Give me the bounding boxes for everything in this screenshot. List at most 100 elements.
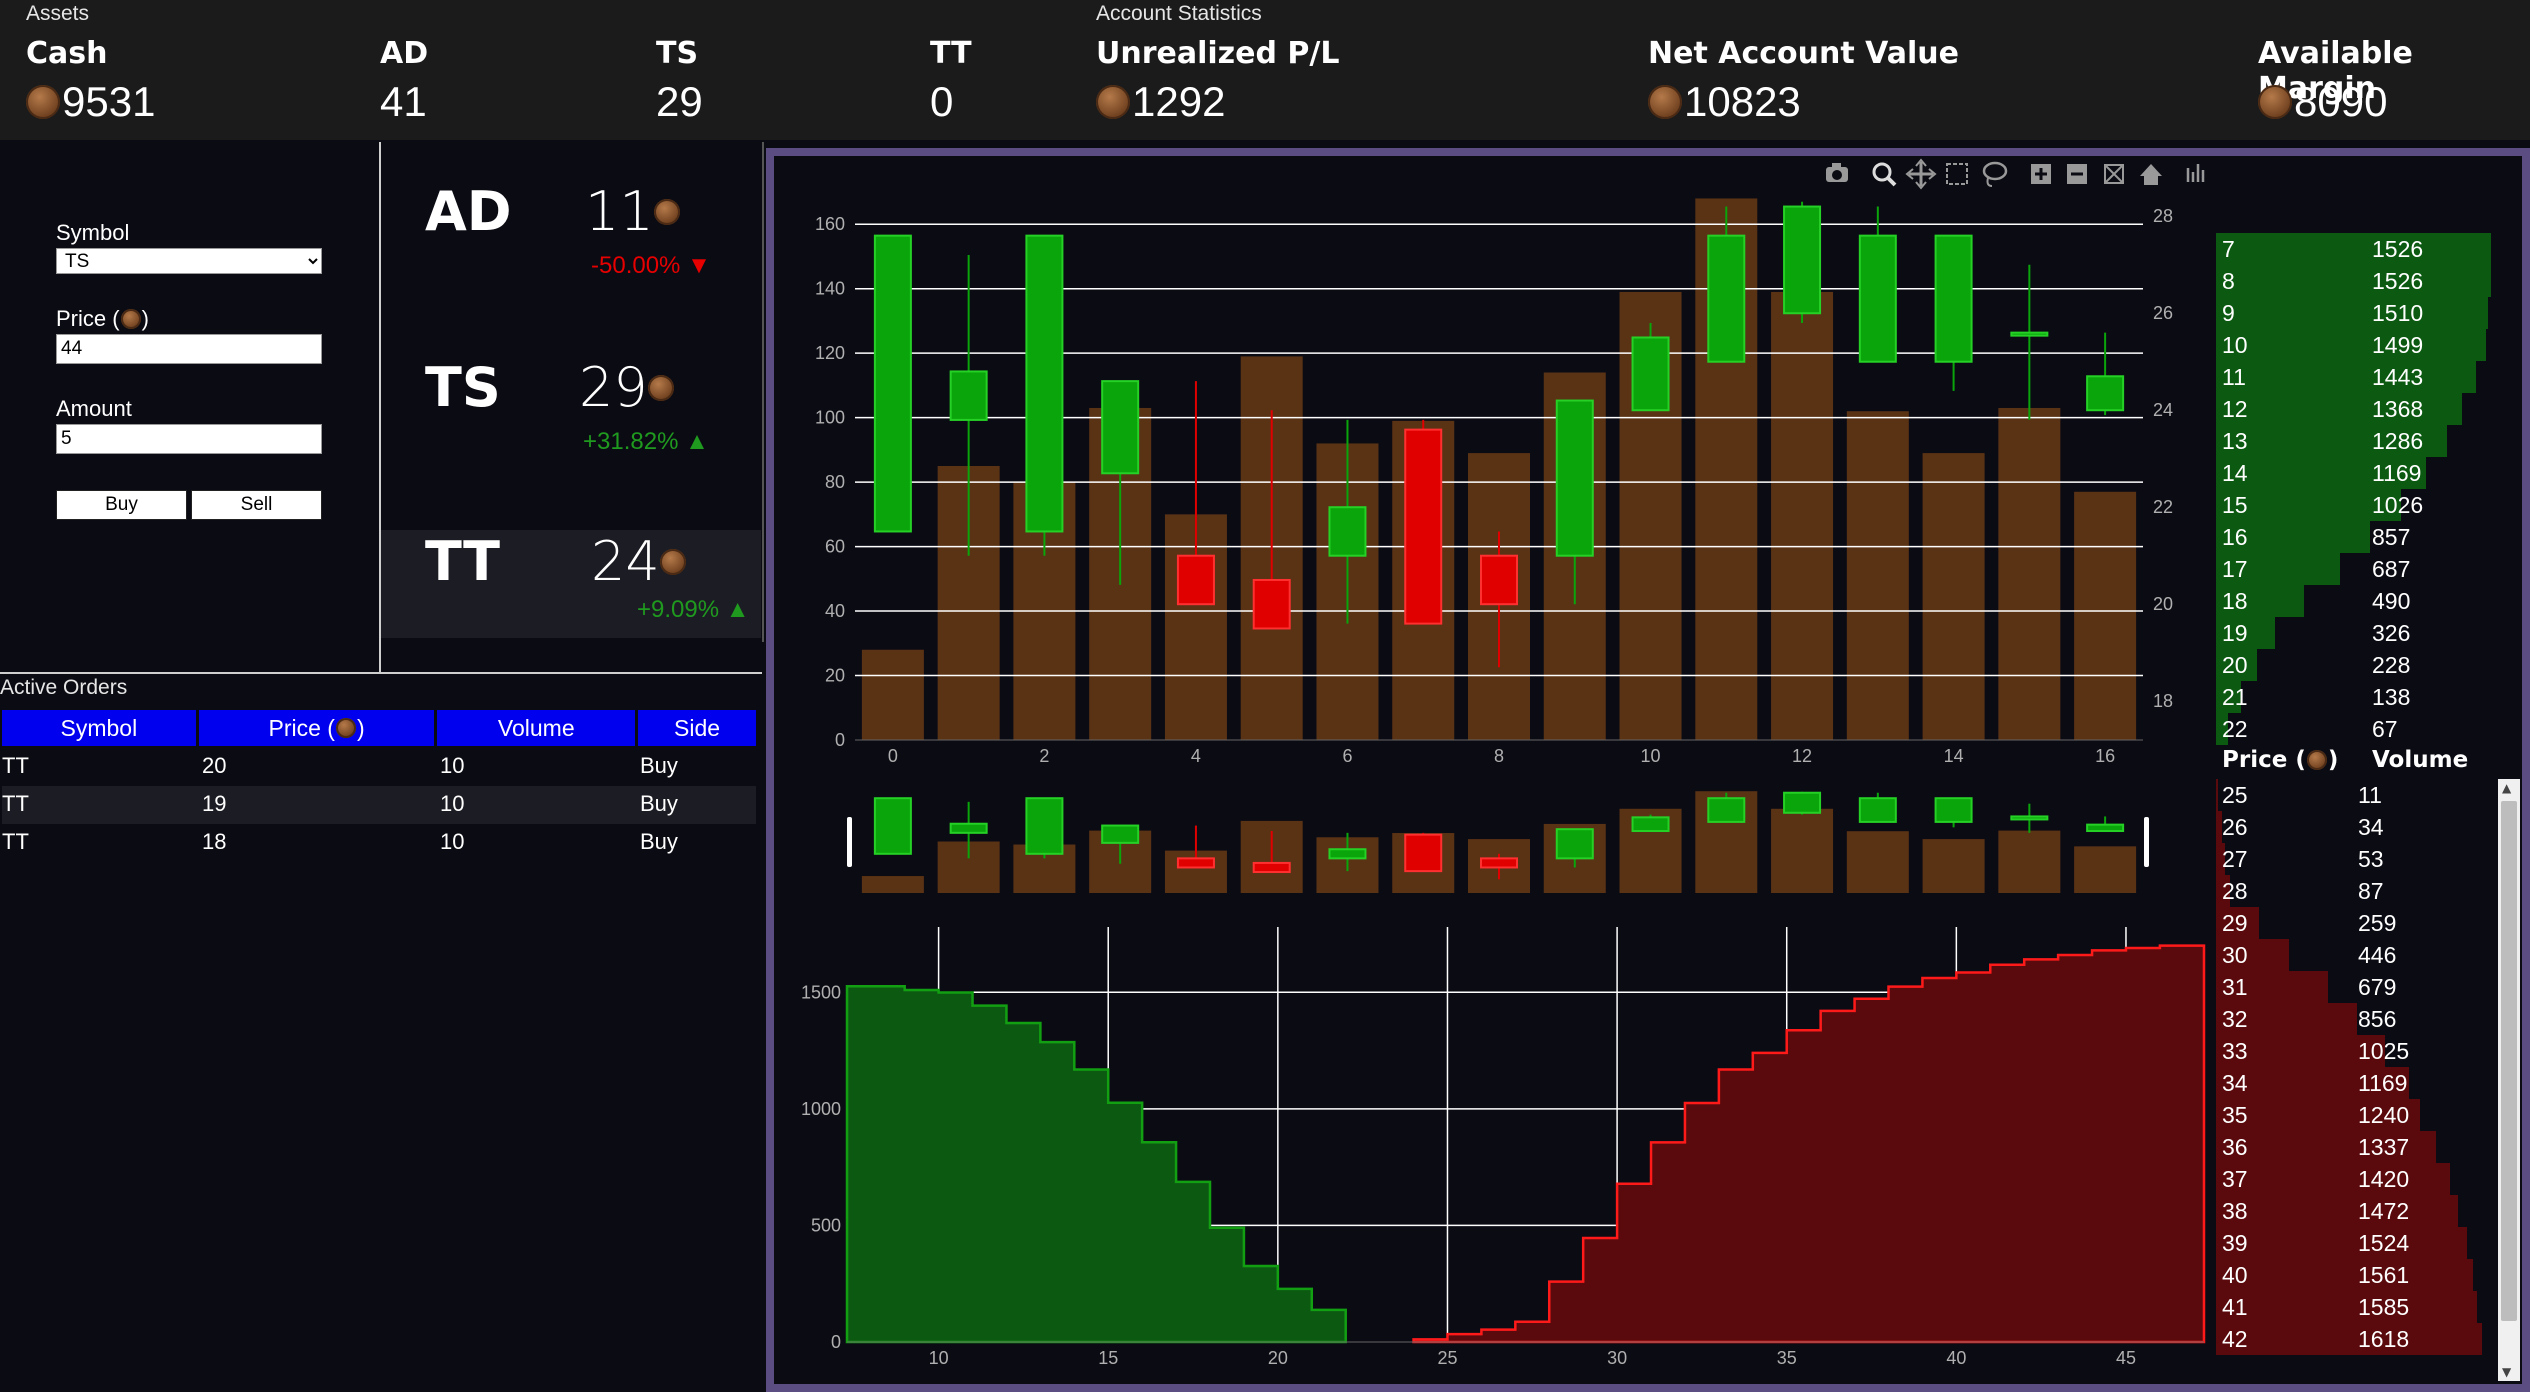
coin-icon xyxy=(2306,750,2327,770)
ask-price: 39 xyxy=(2222,1230,2248,1256)
scroll-down-icon[interactable]: ▼ xyxy=(2502,1365,2511,1379)
order-book-ask-row[interactable]: 28 87 xyxy=(2216,875,2506,907)
order-book-bid-row[interactable]: 12 1368 xyxy=(2216,393,2522,425)
order-book-ask-row[interactable]: 36 1337 xyxy=(2216,1131,2506,1163)
pan-icon[interactable] xyxy=(1905,158,1937,190)
candle-body xyxy=(1783,205,1822,315)
x-tick-label: 12 xyxy=(1792,746,1812,766)
bid-depth-bar xyxy=(2216,393,2462,425)
order-book-ask-row[interactable]: 27 53 xyxy=(2216,843,2506,875)
y-tick-label: 500 xyxy=(811,1215,841,1235)
candle-body xyxy=(1176,554,1215,606)
order-book-ask-row[interactable]: 29 259 xyxy=(2216,907,2506,939)
order-book-bid-row[interactable]: 17 687 xyxy=(2216,553,2522,585)
x-tick-label: 8 xyxy=(1494,746,1504,766)
box-select-icon[interactable] xyxy=(1946,163,1968,185)
order-book-ask-row[interactable]: 37 1420 xyxy=(2216,1163,2506,1195)
slider-volume-bar xyxy=(1998,830,2061,893)
ask-volume: 1337 xyxy=(2358,1134,2410,1160)
bid-price: 18 xyxy=(2222,588,2248,614)
zoom-icon[interactable] xyxy=(1872,162,1897,187)
depth-chart[interactable]: 10 15 20 25 30 35 40 45 0 500 1000 1500 xyxy=(801,927,2206,1368)
order-book-scrollbar[interactable]: ▲ ▼ xyxy=(2498,779,2520,1381)
x-tick-label: 10 xyxy=(929,1348,949,1368)
order-book-ask-row[interactable]: 26 34 xyxy=(2216,811,2506,843)
order-book-bid-row[interactable]: 8 1526 xyxy=(2216,265,2522,297)
ask-price: 40 xyxy=(2222,1262,2248,1288)
order-book-bid-row[interactable]: 10 1499 xyxy=(2216,329,2522,361)
range-slider[interactable] xyxy=(847,791,2149,893)
order-book-ask-row[interactable]: 38 1472 xyxy=(2216,1195,2506,1227)
lasso-icon[interactable] xyxy=(1982,161,2008,187)
y2-tick-label: 18 xyxy=(2153,691,2173,711)
zoom-in-icon[interactable] xyxy=(2031,164,2051,184)
candle-body xyxy=(1252,578,1291,630)
bid-price: 15 xyxy=(2222,492,2248,518)
bid-price: 8 xyxy=(2222,268,2235,294)
x-tick-label: 4 xyxy=(1191,746,1201,766)
slider-candle-body xyxy=(873,797,912,855)
bid-price: 13 xyxy=(2222,428,2248,454)
order-book-bid-row[interactable]: 16 857 xyxy=(2216,521,2522,553)
order-book-ask-row[interactable]: 39 1524 xyxy=(2216,1227,2506,1259)
scrollbar-thumb[interactable] xyxy=(2501,801,2517,1321)
order-book-asks[interactable]: 25 11 26 34 27 53 28 87 29 259 30 446 31 679 32 856 33 10… xyxy=(2216,779,2506,1383)
candle-body xyxy=(1858,234,1897,363)
ask-volume: 34 xyxy=(2358,814,2384,840)
candle-body xyxy=(1404,428,1443,625)
ask-volume: 446 xyxy=(2358,942,2397,968)
ask-volume: 11 xyxy=(2358,782,2382,808)
order-book-bid-row[interactable]: 21 138 xyxy=(2216,681,2522,713)
y2-tick-label: 20 xyxy=(2153,594,2173,614)
slider-volume-bar xyxy=(1771,808,1834,893)
order-book-ask-row[interactable]: 33 1025 xyxy=(2216,1035,2506,1067)
slider-candle-body xyxy=(1025,797,1064,855)
y-tick-label: 20 xyxy=(825,666,845,686)
bid-price: 16 xyxy=(2222,524,2248,550)
zoom-out-icon[interactable] xyxy=(2067,164,2087,184)
candle-body xyxy=(1328,506,1367,557)
order-book-bid-row[interactable]: 9 1510 xyxy=(2216,297,2522,329)
candle-body xyxy=(1101,380,1140,475)
order-book-bid-row[interactable]: 18 490 xyxy=(2216,585,2522,617)
order-book-ask-row[interactable]: 34 1169 xyxy=(2216,1067,2506,1099)
camera-icon[interactable] xyxy=(1826,163,1848,182)
bid-volume: 1026 xyxy=(2372,492,2424,518)
order-book-ask-row[interactable]: 32 856 xyxy=(2216,1003,2506,1035)
reset-icon[interactable] xyxy=(2140,164,2162,185)
order-book-ask-row[interactable]: 41 1585 xyxy=(2216,1291,2506,1323)
spikelines-icon[interactable] xyxy=(2186,164,2205,182)
scroll-up-icon[interactable]: ▲ xyxy=(2502,781,2511,795)
order-book-bid-row[interactable]: 22 67 xyxy=(2216,713,2522,745)
order-book-price-header[interactable]: Price () xyxy=(2222,747,2338,773)
ask-depth-bar xyxy=(2216,1195,2458,1227)
bid-price: 11 xyxy=(2222,364,2246,390)
order-book-ask-row[interactable]: 30 446 xyxy=(2216,939,2506,971)
order-book-bid-row[interactable]: 14 1169 xyxy=(2216,457,2522,489)
autoscale-icon[interactable] xyxy=(2104,164,2124,184)
order-book-ask-row[interactable]: 35 1240 xyxy=(2216,1099,2506,1131)
order-book: 7 1526 8 1526 9 1510 10 1499 11 1443 12 1368 13 1286 1… xyxy=(2216,233,2522,1383)
slider-candle-body xyxy=(1328,848,1367,860)
order-book-bid-row[interactable]: 11 1443 xyxy=(2216,361,2522,393)
order-book-ask-row[interactable]: 25 11 xyxy=(2216,779,2506,811)
order-book-ask-row[interactable]: 40 1561 xyxy=(2216,1259,2506,1291)
bid-volume: 1499 xyxy=(2372,332,2424,358)
ask-price: 37 xyxy=(2222,1166,2248,1192)
x-tick-label: 16 xyxy=(2095,746,2115,766)
order-book-bid-row[interactable]: 20 228 xyxy=(2216,649,2522,681)
order-book-ask-row[interactable]: 31 679 xyxy=(2216,971,2506,1003)
order-book-volume-header[interactable]: Volume xyxy=(2372,747,2468,773)
x-tick-label: 25 xyxy=(1437,1348,1457,1368)
order-book-ask-row[interactable]: 42 1618 xyxy=(2216,1323,2506,1355)
order-book-bid-row[interactable]: 7 1526 xyxy=(2216,233,2522,265)
order-book-bid-row[interactable]: 15 1026 xyxy=(2216,489,2522,521)
y2-tick-label: 22 xyxy=(2153,497,2173,517)
order-book-bid-row[interactable]: 13 1286 xyxy=(2216,425,2522,457)
candlestick-volume-chart[interactable]: 0204060801001201401601820222426280 2 4 6 8 10… xyxy=(815,198,2173,766)
slider-candle-body xyxy=(1555,828,1594,860)
bid-volume: 1526 xyxy=(2372,268,2424,294)
ask-depth-bar xyxy=(2216,779,2218,811)
order-book-bid-row[interactable]: 19 326 xyxy=(2216,617,2522,649)
ask-volume: 1524 xyxy=(2358,1230,2410,1256)
